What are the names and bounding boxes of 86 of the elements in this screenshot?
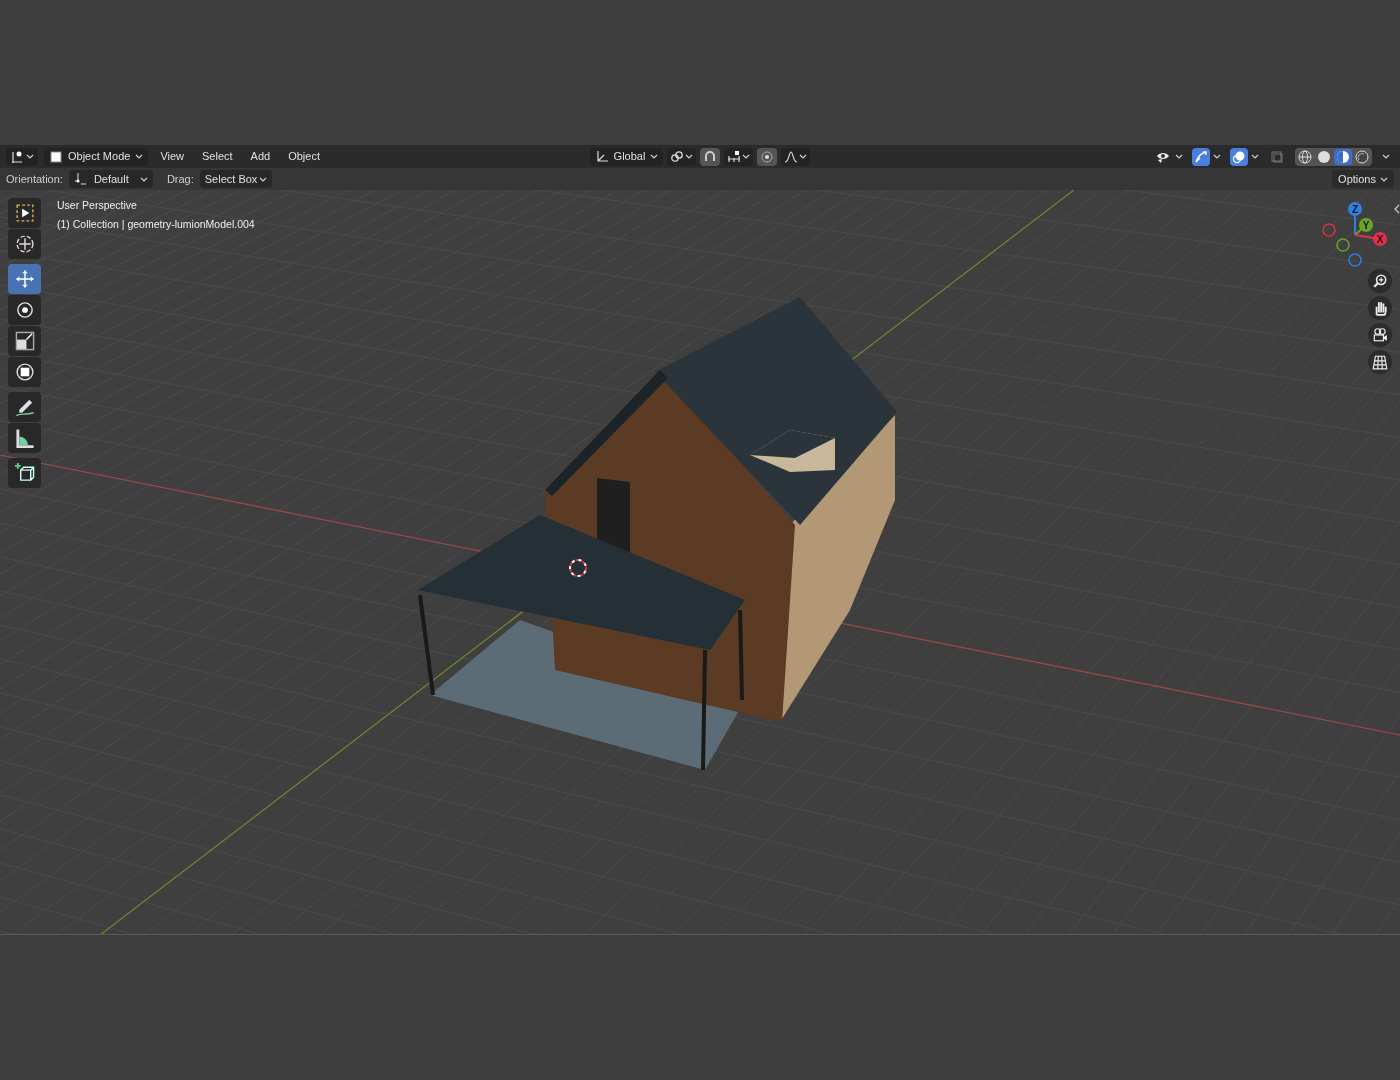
options-dropdown[interactable]: Options — [1332, 170, 1394, 188]
editor-type-button[interactable] — [6, 147, 38, 166]
axis-handle[interactable]: X — [1373, 232, 1387, 246]
falloff-curve-icon — [784, 149, 799, 164]
shading-button[interactable] — [1315, 148, 1333, 165]
object-info-label: (1) Collection | geometry-lumionModel.004 — [57, 216, 255, 232]
proportional-toggle[interactable] — [757, 147, 778, 166]
axis-handle[interactable]: Y — [1359, 218, 1373, 232]
navigation-button[interactable] — [1368, 269, 1392, 293]
wireframe-sphere-icon — [1298, 149, 1312, 164]
target-circle-icon — [760, 149, 775, 164]
navigation-button[interactable] — [1368, 296, 1392, 320]
caret-icon — [799, 154, 808, 159]
tool-button[interactable] — [8, 326, 41, 356]
add-cube-icon — [14, 463, 35, 483]
snap-target-icon — [727, 149, 742, 164]
xray-squares-icon — [1270, 149, 1284, 164]
gizmo-toggle[interactable] — [1192, 147, 1224, 166]
shading-button[interactable] — [1353, 148, 1371, 165]
tool-button[interactable] — [8, 423, 41, 453]
caret-icon — [135, 154, 144, 159]
pivot-toggle[interactable] — [667, 147, 697, 166]
axes-icon — [10, 149, 24, 164]
caret-icon — [259, 176, 268, 182]
move-arrows-icon — [14, 269, 35, 289]
menu-item[interactable]: Object — [282, 147, 326, 166]
orientation-dropdown[interactable]: Default — [68, 170, 153, 188]
tool-button[interactable] — [8, 198, 41, 228]
axis-handle[interactable]: Z — [1348, 202, 1362, 216]
solid-sphere-icon — [1317, 149, 1331, 164]
zoom-in-icon — [1372, 273, 1388, 289]
negative-axis-handle[interactable] — [1348, 253, 1362, 267]
menu-item[interactable]: View — [154, 147, 191, 166]
caret-icon — [1251, 154, 1259, 159]
transform-icon — [14, 362, 35, 382]
falloff-toggle[interactable] — [781, 147, 811, 166]
view-name-label: User Perspective — [57, 198, 138, 213]
transform-gizmo-icon — [73, 172, 88, 186]
tool-button[interactable] — [8, 357, 41, 387]
orientation-label: Orientation: — [6, 171, 63, 187]
sidebar-toggle-icon[interactable] — [1394, 204, 1400, 214]
caret-icon — [1213, 154, 1221, 159]
overlay-circles-icon — [1232, 149, 1246, 164]
3d-cursor-icon — [569, 559, 587, 577]
mode-dropdown[interactable]: Object Mode — [44, 147, 149, 166]
caret-icon — [26, 154, 34, 159]
pencil-icon — [14, 397, 35, 417]
grid-icon — [1372, 354, 1388, 370]
tool-button[interactable] — [8, 295, 41, 325]
gizmo-arrow-icon — [1194, 149, 1208, 164]
rendered-sphere-icon — [1355, 149, 1369, 164]
rotate-icon — [14, 300, 35, 320]
menu-item[interactable]: Select — [196, 147, 239, 166]
negative-axis-handle[interactable] — [1322, 223, 1336, 237]
link-rings-icon — [670, 149, 685, 164]
camera-icon — [1372, 327, 1388, 343]
transform-axes-icon — [594, 149, 609, 164]
caret-icon — [1382, 154, 1390, 159]
caret-icon — [1380, 176, 1388, 182]
magnet-icon — [703, 149, 718, 164]
caret-icon — [742, 154, 751, 159]
object-mode-icon — [49, 149, 63, 164]
overlay-toggle[interactable] — [1230, 147, 1262, 166]
navigation-button[interactable] — [1368, 323, 1392, 347]
caret-icon — [139, 176, 148, 182]
scale-icon — [14, 331, 35, 351]
caret-icon — [650, 154, 659, 159]
caret-icon — [1175, 154, 1183, 159]
tool-button[interactable] — [8, 392, 41, 422]
orientation-dropdown[interactable]: Global — [589, 147, 664, 166]
shading-button[interactable] — [1296, 148, 1314, 165]
shading-button[interactable] — [1334, 148, 1352, 165]
tool-button[interactable] — [8, 458, 41, 488]
cursor-icon — [14, 234, 35, 254]
caret-icon — [685, 154, 694, 159]
snap-target-toggle[interactable] — [724, 147, 754, 166]
snap-toggle[interactable] — [700, 147, 721, 166]
material-sphere-icon — [1336, 149, 1350, 164]
select-box-icon — [14, 203, 35, 223]
ruler-icon — [14, 428, 35, 448]
tool-button[interactable] — [8, 229, 41, 259]
negative-axis-handle[interactable] — [1336, 238, 1350, 252]
drag-dropdown[interactable]: Select Box — [199, 170, 273, 188]
menu-item[interactable]: Add — [244, 147, 277, 166]
drag-label: Drag: — [166, 171, 194, 187]
navigation-button[interactable] — [1368, 350, 1392, 374]
